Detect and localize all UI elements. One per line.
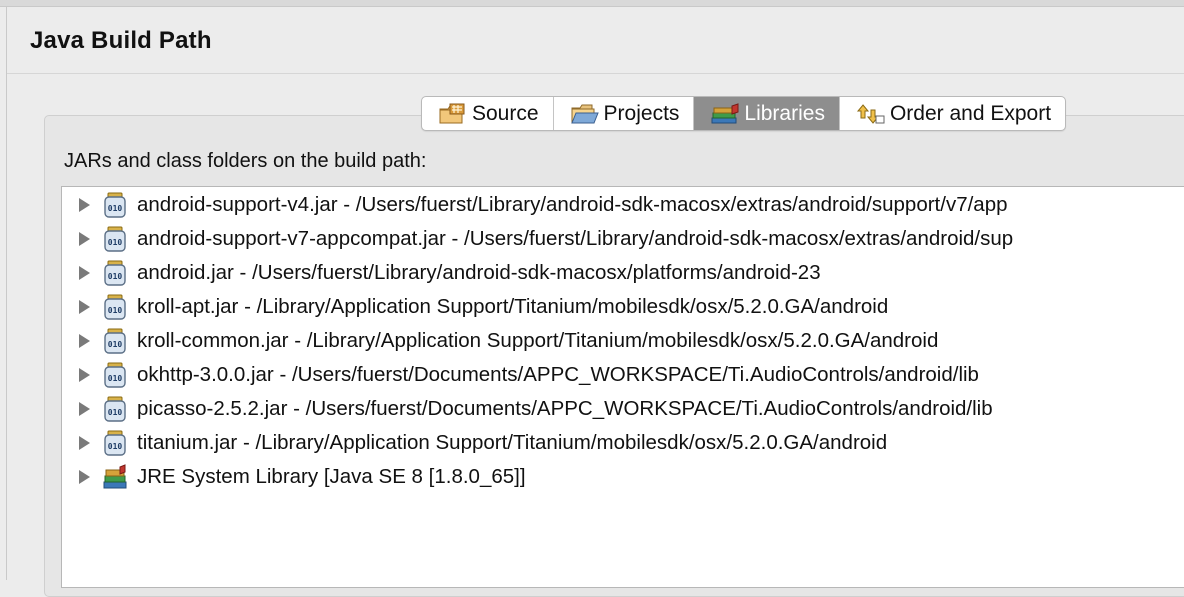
list-item-label: kroll-apt.jar - /Library/Application Sup… — [137, 295, 889, 318]
source-folder-icon — [439, 103, 465, 123]
jar-icon: 010 — [104, 362, 126, 388]
list-item-label: android-support-v4.jar - /Users/fuerst/L… — [137, 193, 1008, 216]
list-item[interactable]: 010 picasso-2.5.2.jar - /Users/fuerst/Do… — [62, 392, 993, 426]
svg-text:010: 010 — [108, 272, 123, 281]
list-item[interactable]: 010 android-support-v7-appcompat.jar - /… — [62, 222, 1013, 256]
window-left-edge — [6, 6, 7, 580]
tab-projects-label: Projects — [603, 101, 680, 125]
list-item-label: android-support-v7-appcompat.jar - /User… — [137, 227, 1014, 250]
tab-source-label: Source — [472, 101, 539, 125]
expand-arrow-icon[interactable] — [79, 436, 90, 450]
dialog-header: Java Build Path — [7, 7, 1184, 74]
page-title: Java Build Path — [30, 27, 212, 54]
list-item-label: okhttp-3.0.0.jar - /Users/fuerst/Documen… — [137, 363, 979, 386]
tab-libraries-label: Libraries — [744, 101, 825, 125]
tab-order-and-export-label: Order and Export — [889, 101, 1052, 125]
svg-text:010: 010 — [108, 238, 123, 247]
svg-text:010: 010 — [108, 442, 123, 451]
list-item-label: titanium.jar - /Library/Application Supp… — [137, 431, 888, 454]
jar-icon: 010 — [104, 430, 126, 456]
tab-bar: Source Projects Libraries Order and Expo… — [421, 96, 1067, 131]
jar-icon: 010 — [104, 226, 126, 252]
list-item-label: android.jar - /Users/fuerst/Library/andr… — [137, 261, 821, 284]
list-item-label: picasso-2.5.2.jar - /Users/fuerst/Docume… — [137, 397, 993, 420]
expand-arrow-icon[interactable] — [79, 232, 90, 246]
jre-library-icon — [103, 464, 127, 489]
jar-icon: 010 — [104, 192, 126, 218]
tab-order-and-export[interactable]: Order and Export — [840, 97, 1065, 130]
list-item-label: JRE System Library [Java SE 8 [1.8.0_65]… — [137, 465, 526, 488]
expand-arrow-icon[interactable] — [79, 266, 90, 280]
list-item[interactable]: 010 titanium.jar - /Library/Application … — [62, 426, 887, 460]
expand-arrow-icon[interactable] — [79, 334, 90, 348]
jar-icon: 010 — [104, 396, 126, 422]
jar-icon: 010 — [104, 328, 126, 354]
svg-text:010: 010 — [108, 408, 123, 417]
list-item[interactable]: 010 okhttp-3.0.0.jar - /Users/fuerst/Doc… — [62, 358, 979, 392]
svg-text:010: 010 — [108, 340, 123, 349]
expand-arrow-icon[interactable] — [79, 198, 90, 212]
tab-source[interactable]: Source — [422, 97, 554, 130]
svg-text:010: 010 — [108, 204, 123, 213]
expand-arrow-icon[interactable] — [79, 368, 90, 382]
list-item[interactable]: JRE System Library [Java SE 8 [1.8.0_65]… — [62, 460, 526, 494]
list-item-label: kroll-common.jar - /Library/Application … — [137, 329, 939, 352]
list-item[interactable]: 010 kroll-apt.jar - /Library/Application… — [62, 290, 888, 324]
jar-icon: 010 — [104, 260, 126, 286]
tab-libraries[interactable]: Libraries — [694, 97, 840, 130]
svg-text:010: 010 — [108, 374, 123, 383]
svg-text:010: 010 — [108, 306, 123, 315]
expand-arrow-icon[interactable] — [79, 470, 90, 484]
jar-icon: 010 — [104, 294, 126, 320]
expand-arrow-icon[interactable] — [79, 300, 90, 314]
expand-arrow-icon[interactable] — [79, 402, 90, 416]
build-path-library-list[interactable]: 010 android-support-v4.jar - /Users/fuer… — [61, 186, 1184, 588]
list-item[interactable]: 010 kroll-common.jar - /Library/Applicat… — [62, 324, 938, 358]
libraries-books-icon — [711, 102, 739, 123]
tab-projects[interactable]: Projects — [554, 97, 695, 130]
libraries-section-label: JARs and class folders on the build path… — [64, 150, 427, 172]
window-top-edge — [0, 0, 1184, 7]
projects-folder-icon — [570, 104, 599, 123]
list-item[interactable]: 010 android-support-v4.jar - /Users/fuer… — [62, 188, 1008, 222]
list-item[interactable]: 010 android.jar - /Users/fuerst/Library/… — [62, 256, 821, 290]
order-export-icon — [856, 103, 885, 124]
